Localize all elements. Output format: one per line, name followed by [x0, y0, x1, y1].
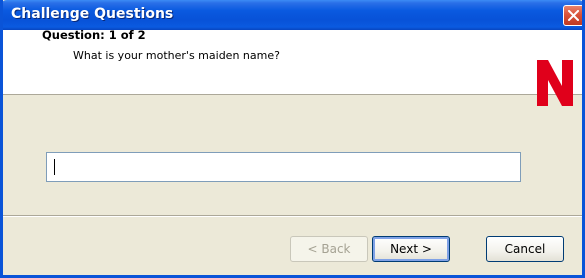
answer-input[interactable] — [46, 152, 521, 182]
question-title: Question: 1 of 2 — [42, 28, 146, 42]
dialog-window: Challenge Questions Question: 1 of 2 Wha… — [0, 0, 585, 278]
close-icon — [568, 10, 579, 21]
novell-n-logo — [537, 60, 573, 106]
button-divider — [3, 215, 582, 217]
close-button[interactable] — [563, 5, 582, 26]
next-button[interactable]: Next > — [372, 236, 450, 262]
window-title: Challenge Questions — [11, 6, 174, 22]
back-button[interactable]: < Back — [290, 236, 368, 262]
title-bar[interactable]: Challenge Questions — [3, 0, 582, 30]
text-caret — [54, 159, 55, 175]
question-text: What is your mother's maiden name? — [73, 49, 280, 62]
cancel-button[interactable]: Cancel — [486, 236, 564, 262]
